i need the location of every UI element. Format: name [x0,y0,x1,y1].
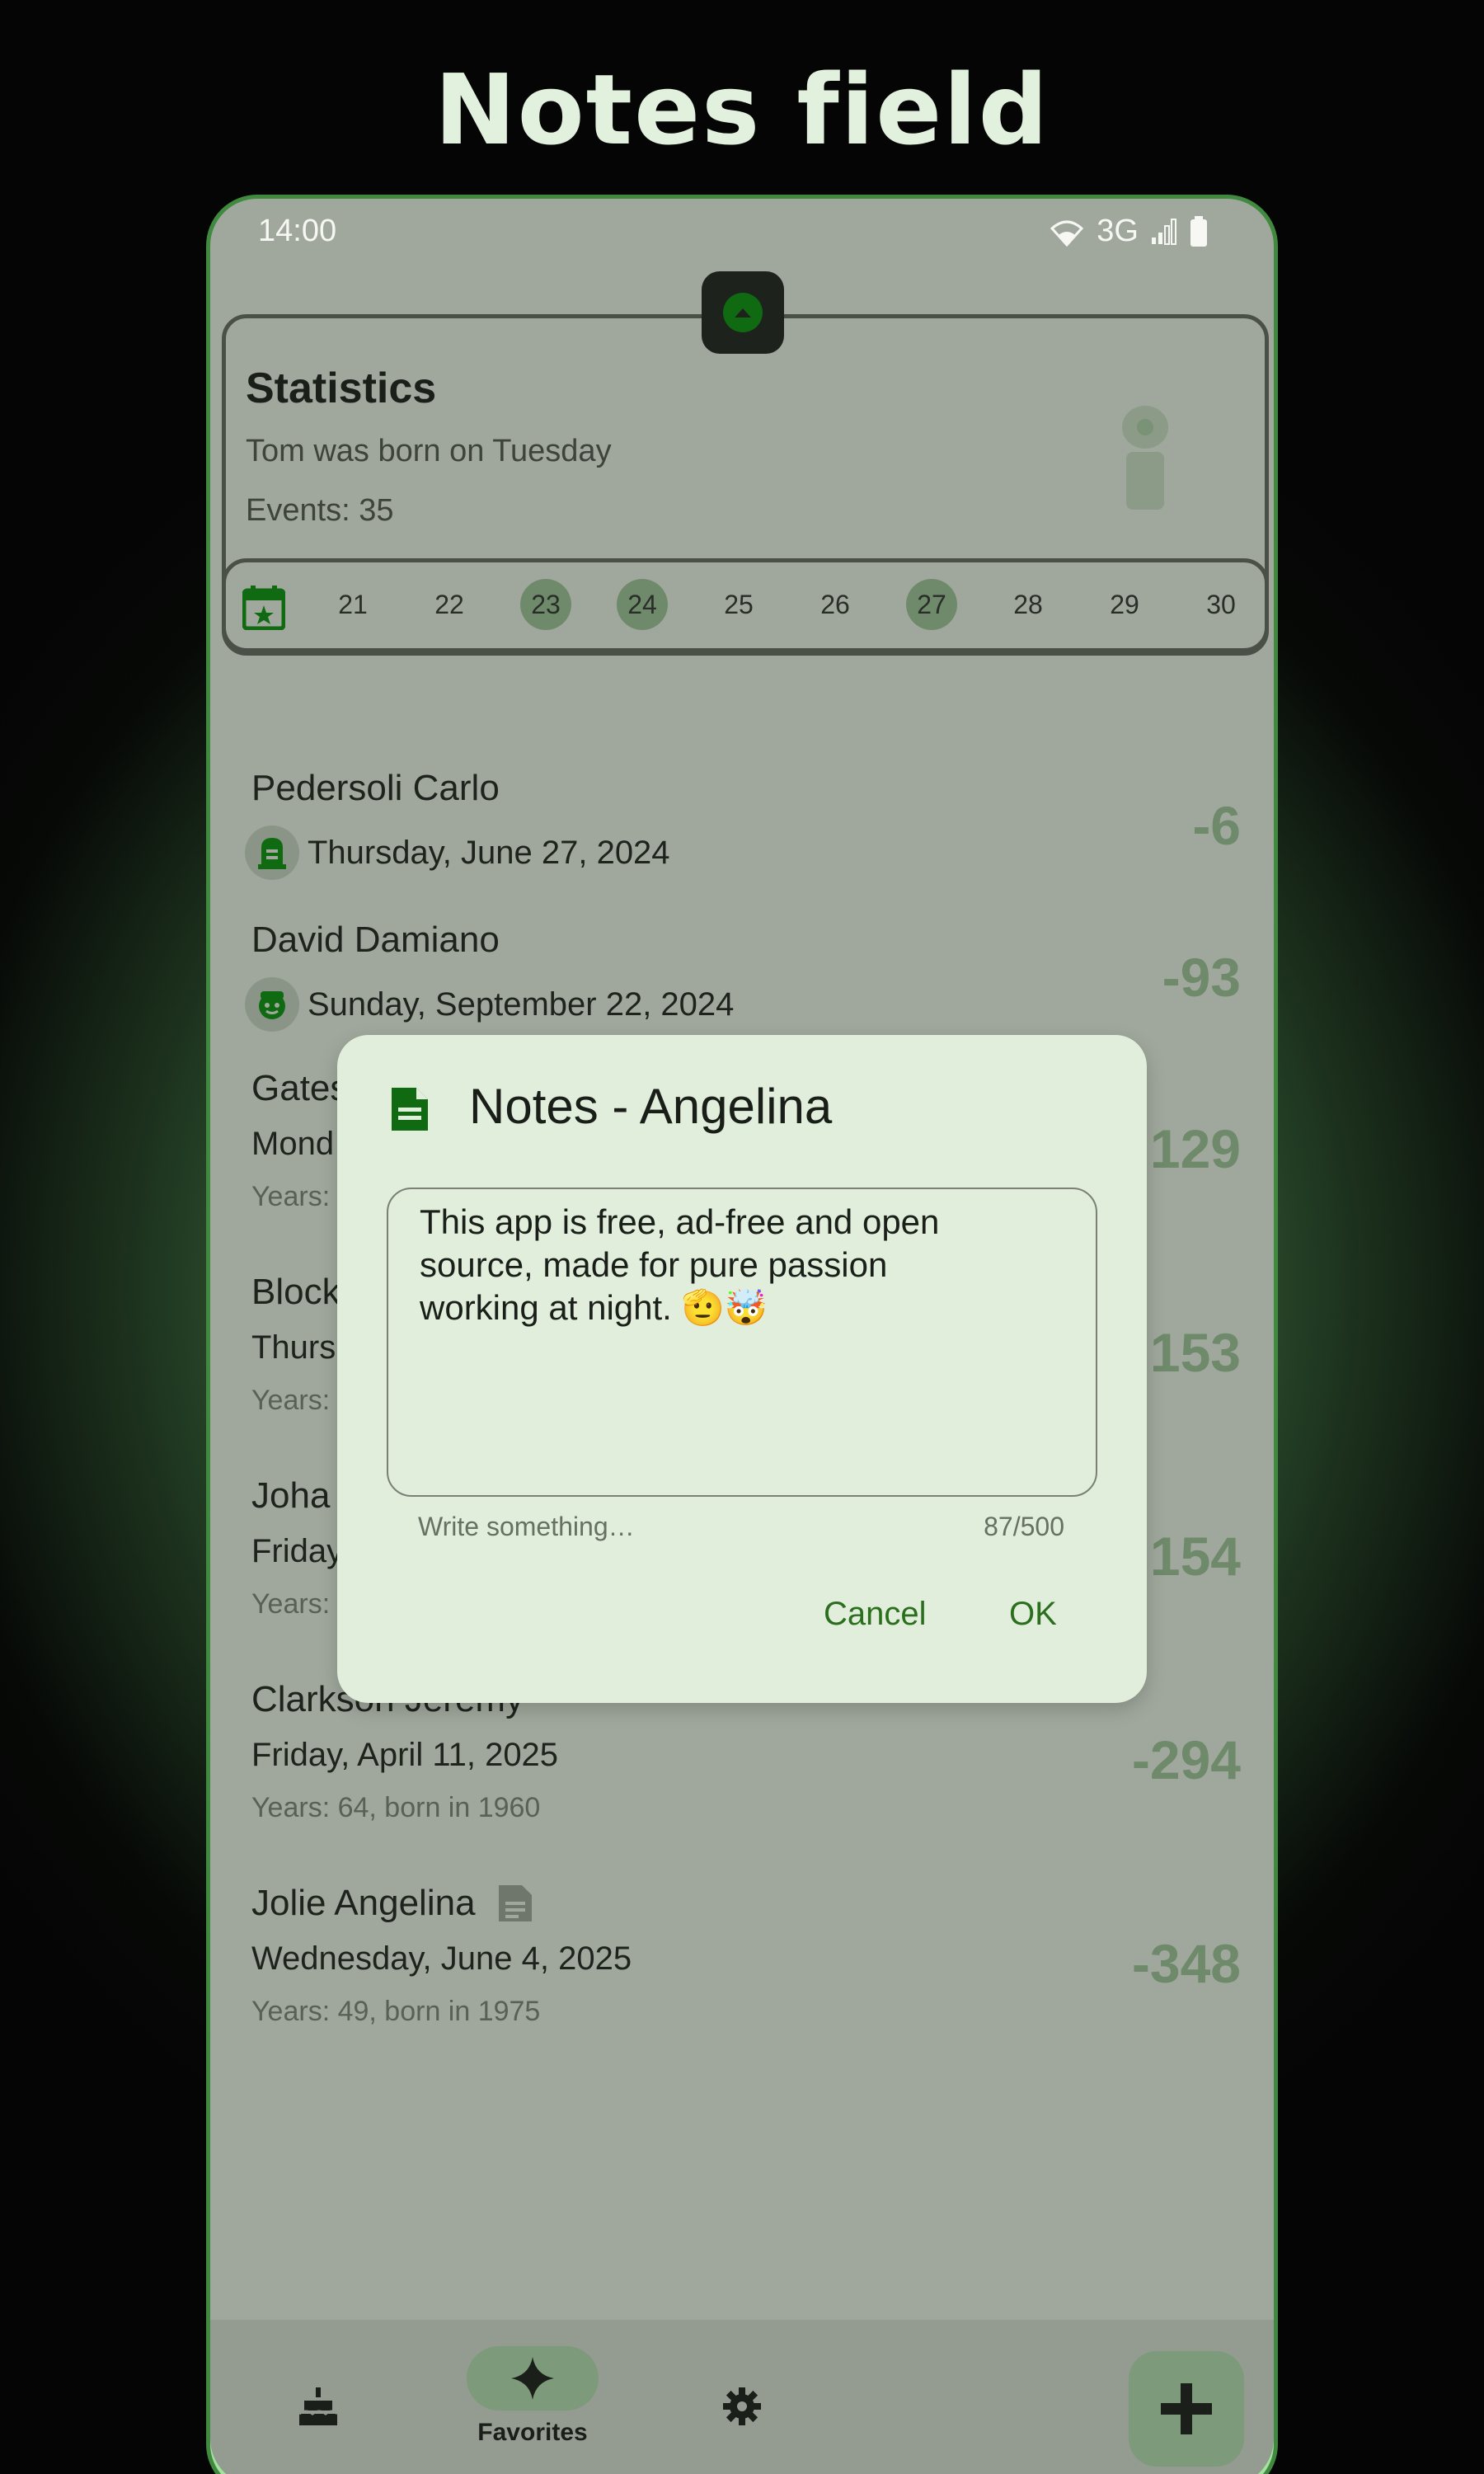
days-count: -348 [1131,1933,1241,1994]
days-count: 153 [1149,1322,1241,1383]
signal-icon [1152,218,1176,245]
note-icon [498,1885,532,1921]
ok-button[interactable]: OK [1009,1596,1057,1633]
cancel-button[interactable]: Cancel [824,1596,927,1633]
cake-icon [298,2387,339,2425]
notes-placeholder-hint: Write something… [418,1512,635,1541]
network-type: 3G [1097,214,1139,248]
day-27[interactable]: 27 [906,579,957,630]
collapse-stats-button[interactable] [702,271,784,354]
calendar-star-icon[interactable] [242,586,285,630]
event-date: Sunday, September 22, 2024 [308,985,735,1023]
gear-icon [723,2387,761,2425]
nav-favorites-label: Favorites [477,2419,588,2446]
dialog-title: Notes - Angelina [469,1079,833,1134]
stats-title: Statistics [246,365,437,412]
plus-icon [1161,2383,1212,2434]
note-icon [392,1088,428,1131]
status-icons: 3G [1049,214,1208,249]
nav-favorites[interactable]: Favorites [467,2346,599,2447]
bottom-navigation: Favorites [210,2320,1274,2474]
event-date: Thursday, June 27, 2024 [308,834,670,871]
person-years: Years: 64, born in 1960 [251,1792,541,1823]
stats-subtitle: Tom was born on Tuesday [246,434,612,468]
day-21[interactable]: 21 [327,579,378,630]
days-count: 154 [1149,1526,1241,1587]
person-name: Jolie Angelina [251,1883,476,1923]
date-strip: 21 22 23 24 25 26 27 28 29 30 [222,558,1269,656]
day-30[interactable]: 30 [1195,579,1247,630]
status-time: 14:00 [258,214,337,248]
battery-icon [1190,215,1207,247]
character-counter: 87/500 [984,1512,1064,1541]
add-event-button[interactable] [1129,2351,1244,2467]
notes-value[interactable]: This app is free, ad-free and open sourc… [420,1201,1063,1329]
day-23[interactable]: 23 [520,579,571,630]
sparkle-icon [511,2357,554,2400]
nav-birthdays[interactable] [298,2384,339,2427]
person-name: Pedersoli Carlo [251,768,500,808]
day-22[interactable]: 22 [424,579,475,630]
event-date: Friday, April 11, 2025 [251,1737,559,1773]
day-25[interactable]: 25 [713,579,764,630]
days-count: -294 [1131,1729,1241,1790]
status-bar: 14:00 3G [210,199,1274,278]
notes-field[interactable]: This app is free, ad-free and open sourc… [387,1188,1097,1497]
list-item[interactable]: David Damiano Sunday, September 22, 2024… [245,920,1241,1032]
day-29[interactable]: 29 [1099,579,1150,630]
candle-icon [1122,406,1168,510]
notes-dialog: Notes - Angelina This app is free, ad-fr… [337,1035,1147,1703]
wifi-icon [1050,220,1084,247]
list-item[interactable]: Jolie Angelina Wednesday, June 4, 2025 Y… [251,1883,1241,2028]
days-count: -93 [1162,947,1241,1008]
face-icon [245,977,299,1032]
event-date: Wednesday, June 4, 2025 [251,1940,632,1977]
stats-events: Events: 35 [246,493,394,528]
list-item[interactable]: Pedersoli Carlo Thursday, June 27, 2024 … [245,768,1241,880]
promo-title: Notes field [434,53,1050,167]
day-24[interactable]: 24 [617,579,668,630]
chevron-up-icon [723,293,763,332]
days-count: 129 [1149,1118,1241,1179]
day-28[interactable]: 28 [1003,579,1054,630]
tombstone-icon [245,825,299,880]
person-years: Years: 49, born in 1975 [251,1996,541,2027]
day-26[interactable]: 26 [810,579,861,630]
person-name: David Damiano [251,920,500,960]
nav-settings[interactable] [721,2386,763,2427]
days-count: -6 [1192,795,1241,856]
